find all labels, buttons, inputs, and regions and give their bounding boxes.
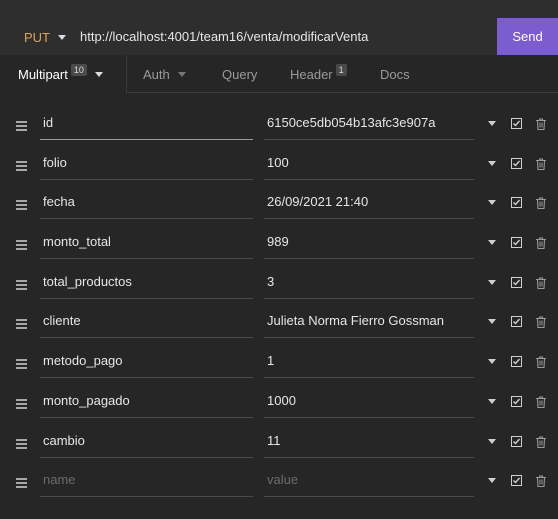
tab-label: Docs bbox=[380, 66, 410, 82]
trash-icon[interactable] bbox=[535, 197, 547, 210]
checkbox-checked-icon[interactable] bbox=[511, 197, 522, 209]
tab-docs[interactable]: Docs bbox=[380, 55, 410, 93]
method-label: PUT bbox=[24, 30, 50, 45]
chevron-down-icon[interactable] bbox=[488, 478, 496, 484]
new-param-name-field[interactable]: name bbox=[40, 463, 253, 498]
count-badge: 1 bbox=[335, 64, 347, 76]
chevron-down-icon[interactable] bbox=[488, 438, 496, 444]
trash-icon[interactable] bbox=[535, 475, 547, 488]
tab-multipart[interactable]: Multipart 10 bbox=[0, 55, 127, 93]
count-badge: 10 bbox=[70, 64, 87, 76]
trash-icon[interactable] bbox=[535, 237, 547, 250]
chevron-down-icon[interactable] bbox=[488, 319, 496, 325]
param-name-field[interactable]: monto_pagado bbox=[40, 384, 253, 418]
chevron-down-icon bbox=[94, 71, 103, 77]
tab-label: Auth bbox=[143, 66, 170, 82]
tab-query[interactable]: Query bbox=[222, 55, 257, 93]
checkbox-checked-icon[interactable] bbox=[511, 157, 522, 169]
checkbox-checked-icon[interactable] bbox=[511, 276, 522, 288]
param-row: monto_total 989 bbox=[0, 225, 558, 265]
tab-divider bbox=[127, 92, 558, 93]
checkbox-checked-icon[interactable] bbox=[511, 356, 522, 368]
drag-handle-icon[interactable] bbox=[16, 438, 27, 449]
new-param-value-field[interactable]: value bbox=[264, 463, 474, 498]
param-row: fecha 26/09/2021 21:40 bbox=[0, 185, 558, 225]
tab-label: Query bbox=[222, 66, 258, 82]
param-value-field[interactable]: 11 bbox=[264, 424, 474, 458]
param-row: id 6150ce5db054b13afc3e907a bbox=[0, 106, 558, 146]
drag-handle-icon[interactable] bbox=[16, 359, 27, 370]
param-row: monto_pagado 1000 bbox=[0, 384, 558, 424]
param-row: folio 100 bbox=[0, 146, 558, 186]
param-name-field[interactable]: folio bbox=[40, 146, 253, 180]
trash-icon[interactable] bbox=[535, 435, 547, 448]
param-name-field[interactable]: metodo_pago bbox=[40, 344, 253, 379]
checkbox-checked-icon[interactable] bbox=[511, 475, 522, 487]
url-input[interactable]: http://localhost:4001/team16/venta/modif… bbox=[80, 29, 368, 44]
param-value-field[interactable]: 3 bbox=[264, 265, 474, 299]
checkbox-checked-icon[interactable] bbox=[511, 395, 522, 407]
send-button[interactable]: Send bbox=[497, 18, 558, 55]
param-name-field[interactable]: total_productos bbox=[40, 265, 253, 299]
checkbox-checked-icon[interactable] bbox=[511, 118, 522, 129]
param-row: metodo_pago 1 bbox=[0, 344, 558, 384]
param-value-field[interactable]: 26/09/2021 21:40 bbox=[264, 185, 474, 220]
top-strip bbox=[0, 0, 558, 18]
trash-icon[interactable] bbox=[535, 118, 547, 130]
trash-icon[interactable] bbox=[535, 277, 547, 289]
drag-handle-icon[interactable] bbox=[16, 160, 27, 171]
method-selector[interactable]: PUT bbox=[24, 30, 66, 45]
trash-icon[interactable] bbox=[535, 396, 547, 408]
checkbox-checked-icon[interactable] bbox=[511, 435, 522, 447]
chevron-down-icon[interactable] bbox=[488, 279, 496, 285]
param-row: total_productos 3 bbox=[0, 265, 558, 305]
param-name-field[interactable]: id bbox=[40, 106, 253, 140]
chevron-down-icon[interactable] bbox=[488, 240, 496, 246]
chevron-down-icon[interactable] bbox=[488, 359, 496, 365]
trash-icon[interactable] bbox=[535, 316, 547, 329]
param-row: cambio 11 bbox=[0, 424, 558, 464]
trash-icon[interactable] bbox=[535, 356, 547, 369]
new-param-row: name value bbox=[0, 463, 558, 503]
url-bar: PUT http://localhost:4001/team16/venta/m… bbox=[0, 18, 558, 56]
multipart-params: id 6150ce5db054b13afc3e907a folio 100 fe… bbox=[0, 106, 558, 503]
param-name-field[interactable]: cliente bbox=[40, 304, 253, 339]
chevron-down-icon[interactable] bbox=[488, 121, 496, 126]
trash-icon[interactable] bbox=[535, 158, 547, 170]
param-value-field[interactable]: 6150ce5db054b13afc3e907a bbox=[264, 106, 474, 140]
param-value-field[interactable]: 100 bbox=[264, 146, 474, 180]
tab-header[interactable]: Header 1 bbox=[290, 55, 347, 93]
checkbox-checked-icon[interactable] bbox=[511, 237, 522, 249]
tab-auth[interactable]: Auth bbox=[143, 55, 186, 93]
param-value-field[interactable]: 989 bbox=[264, 225, 474, 260]
drag-handle-icon[interactable] bbox=[16, 200, 27, 211]
chevron-down-icon bbox=[58, 35, 66, 40]
drag-handle-icon[interactable] bbox=[16, 478, 27, 489]
param-name-field[interactable]: cambio bbox=[40, 424, 253, 458]
param-value-field[interactable]: 1 bbox=[264, 344, 474, 379]
request-tabs: Multipart 10 Auth Query Header 1 Docs bbox=[0, 55, 558, 93]
param-name-field[interactable]: monto_total bbox=[40, 225, 253, 260]
drag-handle-icon[interactable] bbox=[16, 240, 27, 251]
checkbox-checked-icon[interactable] bbox=[511, 316, 522, 328]
chevron-down-icon[interactable] bbox=[488, 398, 496, 404]
chevron-down-icon bbox=[177, 71, 186, 77]
param-row: cliente Julieta Norma Fierro Gossman bbox=[0, 304, 558, 344]
param-name-field[interactable]: fecha bbox=[40, 185, 253, 220]
drag-handle-icon[interactable] bbox=[16, 398, 27, 409]
tab-label: Header bbox=[290, 66, 333, 82]
param-value-field[interactable]: 1000 bbox=[264, 384, 474, 418]
param-value-field[interactable]: Julieta Norma Fierro Gossman bbox=[264, 304, 474, 339]
drag-handle-icon[interactable] bbox=[16, 319, 27, 330]
tab-label: Multipart bbox=[18, 66, 68, 82]
chevron-down-icon[interactable] bbox=[488, 160, 496, 166]
drag-handle-icon[interactable] bbox=[16, 121, 27, 131]
chevron-down-icon[interactable] bbox=[488, 200, 496, 206]
drag-handle-icon[interactable] bbox=[16, 279, 27, 290]
